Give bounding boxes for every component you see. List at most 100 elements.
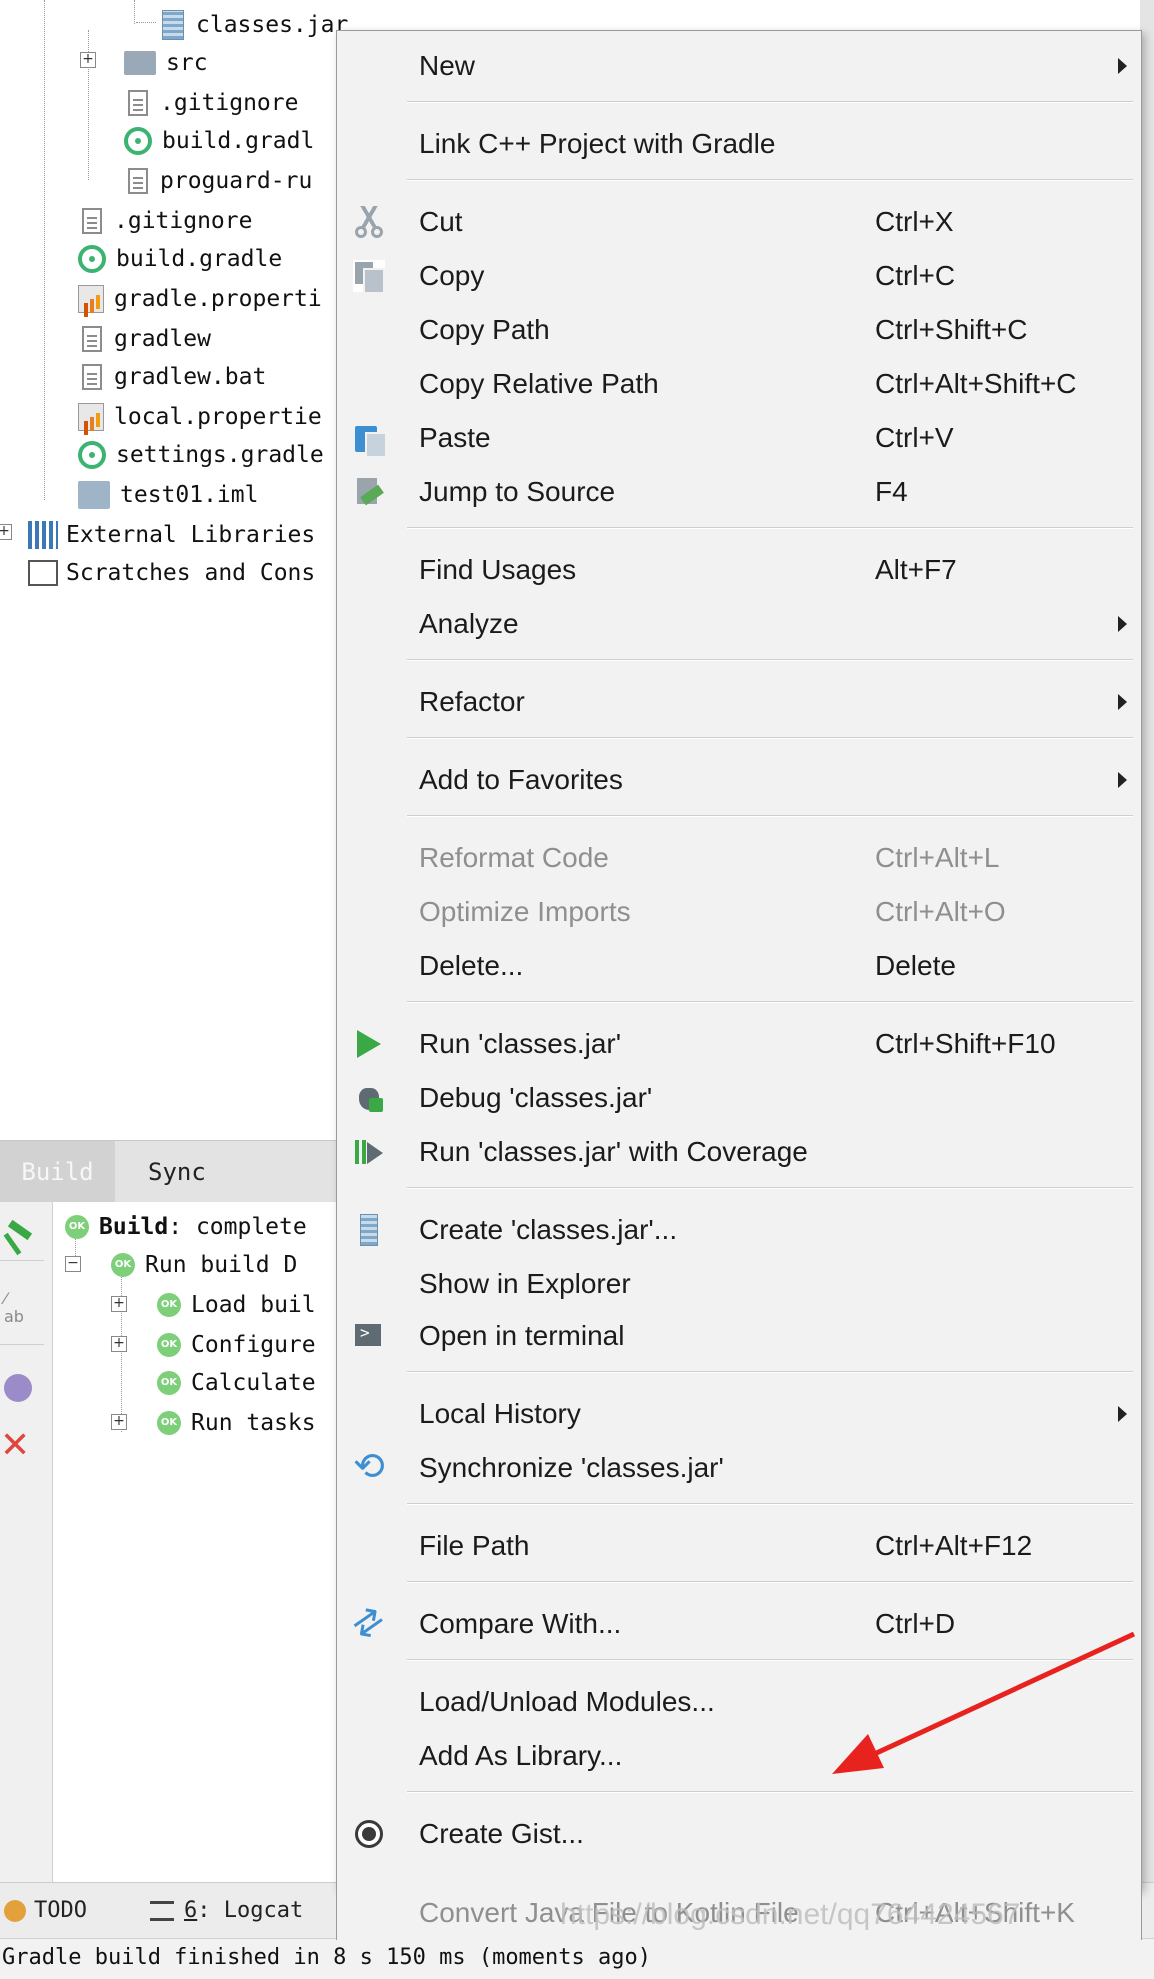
debug-icon [353, 1082, 385, 1114]
file-icon [128, 168, 148, 194]
build-row-run-build[interactable]: OK Run build D [111, 1246, 297, 1284]
menu-separator [407, 1581, 1133, 1583]
menu-item-create-run-config[interactable]: Create 'classes.jar'... [337, 1203, 1141, 1257]
menu-item-shortcut: Ctrl+Alt+Shift+C [875, 368, 1077, 399]
menu-item-copy[interactable]: Copy Ctrl+C [337, 249, 1141, 303]
tree-item-gitignore[interactable]: .gitignore [78, 202, 252, 240]
tree-item-build-gradle-module[interactable]: build.gradl [124, 122, 314, 160]
todo-tool-button[interactable]: TODO [4, 1883, 87, 1939]
pin-icon[interactable] [4, 1374, 32, 1402]
menu-item-link-cpp[interactable]: Link C++ Project with Gradle [337, 117, 1141, 171]
build-toolbar: ⁄ ab ✕ [0, 1202, 53, 1882]
build-row-load[interactable]: OK Load buil [157, 1286, 316, 1324]
ok-status-icon: OK [157, 1333, 181, 1357]
build-row-text: Calculate [191, 1370, 316, 1396]
filter-icon[interactable]: ⁄ ab [4, 1290, 38, 1326]
menu-item-add-as-library[interactable]: Add As Library... [337, 1729, 1141, 1783]
tree-item-build-gradle[interactable]: build.gradle [78, 240, 282, 278]
menu-item-find-usages[interactable]: Find Usages Alt+F7 [337, 543, 1141, 597]
tree-item-label: settings.gradle [116, 442, 324, 468]
build-row-calculate[interactable]: OK Calculate [157, 1364, 316, 1402]
menu-item-create-gist[interactable]: Create Gist... [337, 1807, 1141, 1861]
menu-separator [407, 1001, 1133, 1003]
tree-item-gradle-properties[interactable]: gradle.properti [78, 280, 322, 318]
build-row-run-tasks[interactable]: OK Run tasks [157, 1404, 316, 1442]
menu-item-compare-with[interactable]: Compare With... Ctrl+D [337, 1597, 1141, 1651]
hammer-icon[interactable] [3, 1219, 36, 1256]
status-bar: Gradle build finished in 8 s 150 ms (mom… [0, 1938, 1154, 1979]
menu-item-copy-relative-path[interactable]: Copy Relative Path Ctrl+Alt+Shift+C [337, 357, 1141, 411]
menu-item-run[interactable]: Run 'classes.jar' Ctrl+Shift+F10 [337, 1017, 1141, 1071]
menu-item-label: Analyze [419, 608, 519, 639]
menu-item-file-path[interactable]: File Path Ctrl+Alt+F12 [337, 1519, 1141, 1573]
tree-item-gitignore-module[interactable]: .gitignore [124, 84, 298, 122]
menu-item-reformat-code[interactable]: Reformat Code Ctrl+Alt+L [337, 831, 1141, 885]
expand-icon[interactable]: + [111, 1414, 127, 1430]
compare-icon [353, 1608, 385, 1640]
menu-item-analyze[interactable]: Analyze [337, 597, 1141, 651]
tab-build[interactable]: Build [0, 1141, 115, 1203]
menu-item-label: Create Gist... [419, 1818, 584, 1849]
expand-icon[interactable]: + [0, 524, 12, 540]
jar-icon [162, 10, 184, 40]
menu-item-label: Local History [419, 1398, 581, 1429]
menu-item-delete[interactable]: Delete... Delete [337, 939, 1141, 993]
menu-item-copy-path[interactable]: Copy Path Ctrl+Shift+C [337, 303, 1141, 357]
todo-label: TODO [34, 1898, 87, 1923]
tree-item-settings-gradle[interactable]: settings.gradle [78, 436, 324, 474]
tree-item-label: src [166, 50, 208, 76]
scissors-icon [353, 206, 385, 238]
menu-item-label: Run 'classes.jar' [419, 1028, 622, 1059]
menu-item-refactor[interactable]: Refactor [337, 675, 1141, 729]
tree-item-local-properties[interactable]: local.propertie [78, 398, 322, 436]
build-row-text: Configure [191, 1332, 316, 1358]
tree-item-gradlew[interactable]: gradlew [78, 320, 211, 358]
tree-item-label: gradlew [114, 326, 211, 352]
menu-item-open-in-terminal[interactable]: Open in terminal [337, 1309, 1141, 1363]
expand-icon[interactable]: + [111, 1336, 127, 1352]
menu-item-shortcut: Ctrl+Alt+L [875, 842, 1000, 873]
menu-item-new[interactable]: New [337, 39, 1141, 93]
menu-item-jump-to-source[interactable]: Jump to Source F4 [337, 465, 1141, 519]
menu-item-label: Create 'classes.jar'... [419, 1214, 678, 1245]
menu-item-debug[interactable]: Debug 'classes.jar' [337, 1071, 1141, 1125]
logcat-tool-button[interactable]: 6: Logcat [150, 1883, 303, 1939]
tree-item-external-libraries[interactable]: External Libraries [28, 516, 315, 554]
tree-item-proguard[interactable]: proguard-ru [124, 162, 312, 200]
file-icon [82, 364, 102, 390]
tree-item-scratches[interactable]: Scratches and Cons [28, 554, 315, 592]
tree-item-src[interactable]: src [124, 44, 208, 82]
tree-item-label: External Libraries [66, 522, 316, 548]
menu-item-synchronize[interactable]: Synchronize 'classes.jar' [337, 1441, 1141, 1495]
menu-item-shortcut: Ctrl+Alt+O [875, 896, 1006, 927]
build-row-configure[interactable]: OK Configure [157, 1326, 316, 1364]
tab-sync[interactable]: Sync [148, 1141, 206, 1203]
tree-item-gradlew-bat[interactable]: gradlew.bat [78, 358, 266, 396]
menu-item-local-history[interactable]: Local History [337, 1387, 1141, 1441]
menu-item-label: Open in terminal [419, 1320, 625, 1351]
submenu-arrow-icon [1118, 694, 1127, 710]
tree-item-test01-iml[interactable]: test01.iml [78, 476, 258, 514]
tree-item-classes-jar[interactable]: classes.jar [162, 6, 348, 44]
menu-item-shortcut: Ctrl+Alt+F12 [875, 1530, 1033, 1561]
tree-item-label: test01.iml [120, 482, 259, 508]
menu-item-load-unload-modules[interactable]: Load/Unload Modules... [337, 1675, 1141, 1729]
menu-item-label: Copy Path [419, 314, 550, 345]
menu-item-shortcut: Ctrl+C [875, 260, 956, 291]
menu-item-label: Reformat Code [419, 842, 609, 873]
expand-icon[interactable]: + [111, 1296, 127, 1312]
tree-guide-line [136, 22, 156, 23]
menu-item-cut[interactable]: Cut Ctrl+X [337, 195, 1141, 249]
collapse-icon[interactable]: − [65, 1256, 81, 1272]
build-row-root[interactable]: OK Build: complete [65, 1208, 307, 1246]
menu-item-optimize-imports[interactable]: Optimize Imports Ctrl+Alt+O [337, 885, 1141, 939]
menu-item-add-to-favorites[interactable]: Add to Favorites [337, 753, 1141, 807]
menu-item-run-with-coverage[interactable]: Run 'classes.jar' with Coverage [337, 1125, 1141, 1179]
build-row-text: Run tasks [191, 1410, 316, 1436]
expand-icon[interactable]: + [80, 52, 96, 68]
tree-item-label: build.gradle [116, 246, 283, 272]
menu-item-paste[interactable]: Paste Ctrl+V [337, 411, 1141, 465]
properties-icon [78, 285, 104, 313]
close-icon[interactable]: ✕ [0, 1428, 30, 1464]
menu-item-show-in-explorer[interactable]: Show in Explorer [337, 1257, 1141, 1311]
